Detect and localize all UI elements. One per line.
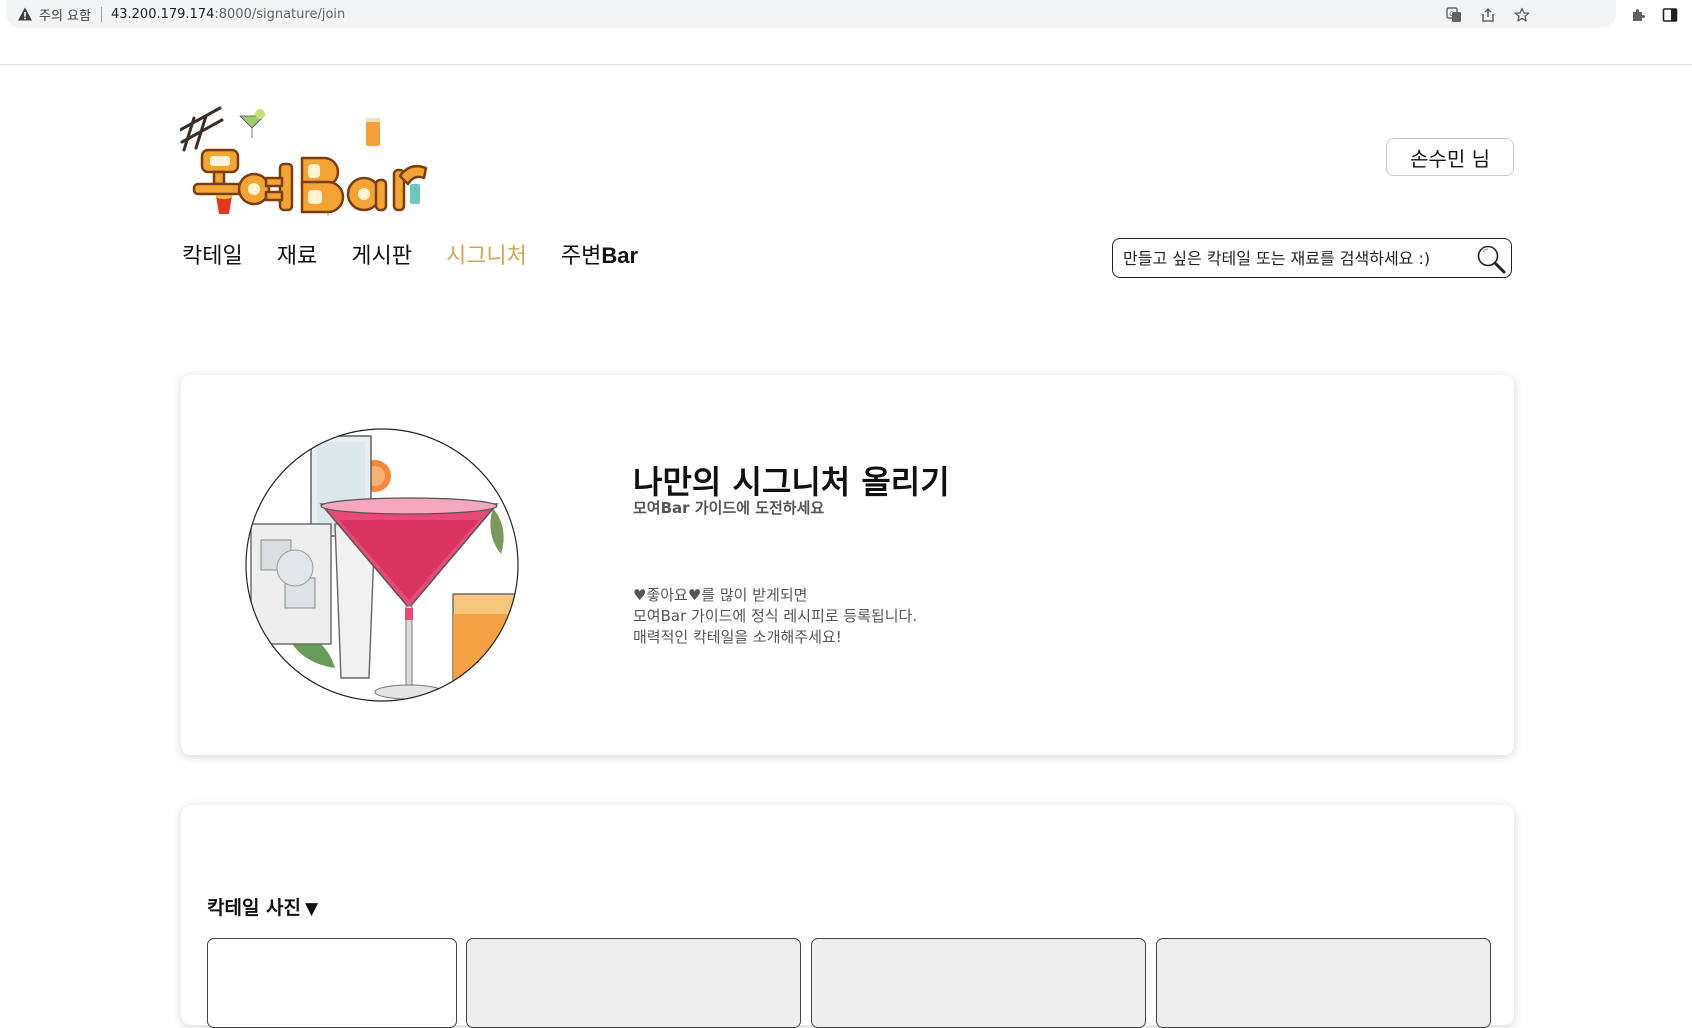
nav-nearby-suffix: Bar [601, 243, 639, 268]
intro-line: 매력적인 칵테일을 소개해주세요! [633, 628, 842, 646]
address-divider [100, 6, 102, 22]
address-bar[interactable]: 주의 요함 43.200.179.174:8000/signature/join… [6, 0, 1616, 28]
dropdown-triangle-icon: ▼ [305, 899, 319, 919]
nav-ingredients[interactable]: 재료 [277, 238, 317, 270]
photo-upload-slot[interactable] [466, 938, 801, 1028]
translate-icon[interactable]: G [1444, 5, 1464, 25]
photo-section-label: 칵테일 사진 [207, 897, 302, 919]
sidepanel-icon[interactable] [1660, 5, 1680, 25]
url-host[interactable]: 43.200.179.174 [111, 7, 214, 22]
nav-nearby-label: 주변 [560, 244, 602, 269]
signature-intro-card: 나만의 시그니처 올리기 모여Bar 가이드에 도전하세요 ♥좋아요♥를 많이 … [181, 375, 1514, 755]
svg-text:G: G [1449, 10, 1454, 18]
cocktail-glasses-illustration [245, 428, 519, 702]
user-menu-button[interactable]: 손수민 님 [1386, 138, 1514, 176]
main-nav: 칵테일 재료 게시판 시그니처 주변Bar [182, 238, 672, 270]
share-icon[interactable] [1478, 5, 1498, 25]
browser-toolbar: 주의 요함 43.200.179.174:8000/signature/join… [0, 0, 1692, 65]
magnifier-icon[interactable] [1475, 243, 1507, 275]
intro-line: 모여Bar 가이드에 정식 레시피로 등록됩니다. [633, 607, 918, 625]
nav-signature[interactable]: 시그니처 [446, 238, 527, 270]
nav-nearby-bar[interactable]: 주변Bar [561, 238, 638, 270]
warning-icon[interactable] [17, 6, 33, 22]
photo-upload-slot[interactable] [811, 938, 1146, 1028]
search-input[interactable] [1123, 247, 1467, 269]
site-logo[interactable] [178, 104, 430, 226]
photo-upload-slot[interactable] [207, 938, 457, 1028]
page-subtitle: 모여Bar 가이드에 도전하세요 [633, 499, 825, 517]
security-status-text[interactable]: 주의 요함 [39, 5, 91, 24]
puzzle-icon[interactable] [1628, 5, 1648, 25]
search-box [1112, 238, 1512, 278]
nav-board[interactable]: 게시판 [351, 238, 412, 270]
url-path[interactable]: :8000/signature/join [214, 7, 345, 22]
intro-description: ♥좋아요♥를 많이 받게되면 모여Bar 가이드에 정식 레시피로 등록됩니다.… [633, 585, 917, 648]
cocktail-photo-card: 칵테일 사진 ▼ [181, 805, 1514, 1028]
photo-section-toggle[interactable]: 칵테일 사진 ▼ [207, 893, 318, 920]
star-icon[interactable] [1512, 5, 1532, 25]
photo-upload-slot[interactable] [1156, 938, 1491, 1028]
intro-line: ♥좋아요♥를 많이 받게되면 [633, 586, 808, 604]
nav-cocktail[interactable]: 칵테일 [182, 238, 243, 270]
